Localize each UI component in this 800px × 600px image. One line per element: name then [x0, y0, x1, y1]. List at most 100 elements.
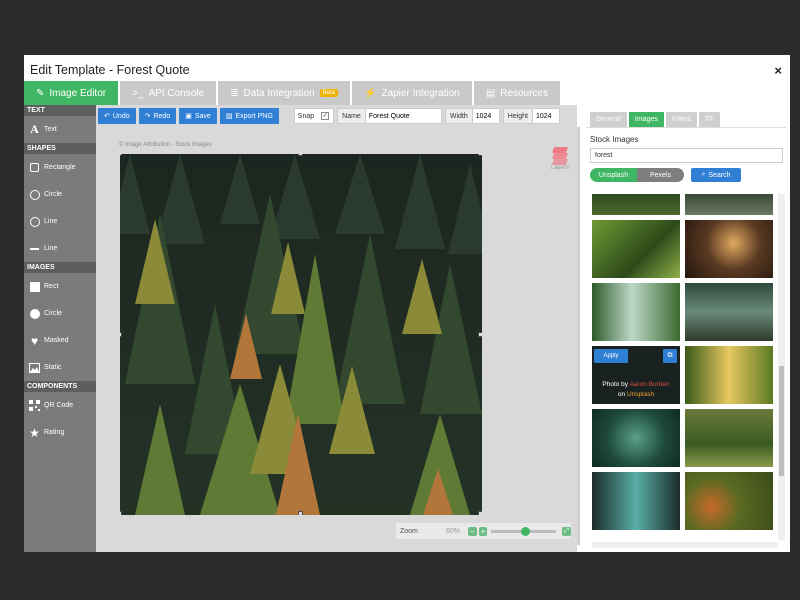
circle-icon	[29, 189, 40, 200]
database-icon: ≣	[230, 87, 239, 99]
layers-button[interactable]: Layers	[551, 145, 569, 171]
tab-zapier-integration[interactable]: ⚡ Zapier Integration	[352, 81, 472, 105]
tab-filters[interactable]: Filters	[665, 112, 697, 127]
stock-image[interactable]	[592, 472, 680, 530]
resize-handle-bottom-right[interactable]	[478, 511, 482, 515]
credit-on: on	[617, 391, 626, 398]
export-png-button[interactable]: ▨ Export PNG	[219, 108, 279, 124]
credit-prefix: Photo by	[602, 381, 629, 388]
image-attribution: © Image Attribution - Stock Images	[119, 142, 212, 148]
name-field-group: Name	[337, 108, 442, 124]
tab-tf[interactable]: TF	[698, 112, 720, 127]
canvas-scrollbar[interactable]	[577, 127, 580, 545]
stock-image[interactable]	[592, 194, 680, 215]
stock-image[interactable]	[685, 283, 773, 341]
tab-resources[interactable]: ▤ Resources	[473, 81, 561, 105]
scrollbar-thumb[interactable]	[779, 366, 784, 476]
image-grid-horizontal-scrollbar[interactable]	[592, 542, 778, 548]
image-grid-scrollbar[interactable]	[778, 194, 785, 540]
width-input[interactable]	[471, 109, 499, 123]
zoom-fit-icon[interactable]: ⤢	[562, 526, 572, 536]
tab-data-integration[interactable]: ≣ Data Integration Beta	[218, 81, 350, 105]
resize-handle-top-right[interactable]	[478, 154, 482, 156]
sidebar-item-label: Line	[44, 245, 58, 252]
snap-toggle[interactable]: Snap ✓	[293, 108, 335, 124]
rectangle-icon	[29, 162, 40, 173]
snap-checkbox[interactable]: ✓	[321, 112, 330, 120]
layers-icon	[551, 145, 569, 165]
beta-badge: Beta	[319, 89, 338, 97]
resize-handle-bottom[interactable]	[298, 511, 303, 515]
square-filled-icon	[29, 281, 40, 292]
properties-panel: General Images Filters TF Stock Images U…	[586, 105, 786, 552]
source-unsplash[interactable]: Unsplash	[590, 168, 637, 182]
resize-handle-top-left[interactable]	[120, 154, 122, 156]
sidebar-item-qr-code[interactable]: QR Code	[24, 392, 96, 419]
search-button[interactable]: ⌕ Search	[691, 168, 741, 182]
sidebar-item-masked[interactable]: ♥ Masked	[24, 327, 96, 354]
height-field-group: Height	[502, 108, 560, 124]
sidebar-item-line[interactable]: Line	[24, 235, 96, 262]
source-pexels[interactable]: Pexels	[637, 168, 684, 182]
tab-images[interactable]: Images	[628, 112, 664, 127]
template-forest-image[interactable]	[120, 154, 482, 515]
sidebar-item-label: QR Code	[44, 402, 74, 409]
search-icon: ⌕	[701, 171, 706, 178]
tab-image-editor[interactable]: ✎ Image Editor	[24, 81, 119, 105]
resize-handle-left[interactable]	[120, 332, 122, 337]
stock-search-input[interactable]	[590, 148, 783, 163]
save-label: Save	[194, 112, 211, 120]
stock-image[interactable]	[592, 220, 680, 278]
zoom-slider-thumb[interactable]	[520, 526, 530, 536]
qr-code-icon	[29, 400, 40, 411]
zoom-slider[interactable]	[491, 526, 557, 536]
sidebar-item-circle[interactable]: Circle	[24, 181, 96, 208]
copy-icon[interactable]: ⧉	[663, 349, 677, 363]
zoom-in-button[interactable]: +	[478, 526, 488, 536]
credit-author-link[interactable]: Aaron Burden	[630, 381, 670, 388]
tab-api-console[interactable]: >_ API Console	[120, 81, 217, 105]
redo-button[interactable]: ↷ Redo	[138, 108, 177, 124]
stock-image-hovered[interactable]: Apply ⧉ Photo by Aaron Burden on Unsplas…	[592, 346, 680, 404]
zoom-control: Zoom 60% − + ⤢	[396, 523, 572, 539]
layers-label: Layers	[550, 165, 569, 171]
sidebar-item-line-circle[interactable]: Line	[24, 208, 96, 235]
close-icon[interactable]: ×	[774, 63, 782, 78]
stock-image[interactable]	[592, 283, 680, 341]
sidebar-item-text[interactable]: A Text	[24, 116, 96, 143]
canvas-area: ↶ Undo ↷ Redo ▣ Save ▨ Export PNG Snap ✓…	[96, 105, 577, 552]
stock-image[interactable]	[685, 220, 773, 278]
floppy-icon: ▣	[185, 113, 192, 120]
name-input[interactable]	[364, 109, 441, 123]
editor-tabs: ✎ Image Editor >_ API Console ≣ Data Int…	[24, 81, 562, 105]
credit-site-link[interactable]: Unsplash	[627, 391, 654, 398]
panel-divider	[586, 127, 786, 128]
circle-filled-icon	[29, 308, 40, 319]
stock-image[interactable]	[685, 194, 773, 215]
sidebar-item-rating[interactable]: ★ Rating	[24, 419, 96, 446]
stock-image[interactable]	[685, 409, 773, 467]
sidebar-item-circle-image[interactable]: Circle	[24, 300, 96, 327]
star-icon: ★	[29, 425, 40, 440]
search-label: Search	[708, 171, 731, 179]
stock-image[interactable]	[685, 472, 773, 530]
zoom-out-button[interactable]: −	[468, 526, 477, 536]
save-button[interactable]: ▣ Save	[179, 108, 217, 124]
sidebar-item-rectangle[interactable]: Rectangle	[24, 154, 96, 181]
sidebar-item-static[interactable]: Static	[24, 354, 96, 381]
sidebar-item-label: Rectangle	[44, 164, 76, 171]
stock-image[interactable]	[685, 346, 773, 404]
resize-handle-bottom-left[interactable]	[120, 511, 122, 515]
height-input[interactable]	[531, 109, 559, 123]
sidebar-item-rect-image[interactable]: Rect	[24, 273, 96, 300]
section-components: COMPONENTS	[24, 381, 96, 392]
tab-general[interactable]: General	[590, 112, 627, 127]
resize-handle-top[interactable]	[298, 154, 303, 156]
redo-icon: ↷	[144, 113, 151, 120]
apply-button[interactable]: Apply	[594, 349, 628, 363]
resize-handle-right[interactable]	[478, 332, 482, 337]
tab-label: Zapier Integration	[381, 87, 460, 99]
undo-button[interactable]: ↶ Undo	[98, 108, 136, 124]
sidebar-item-label: Rect	[44, 283, 59, 290]
stock-image[interactable]	[592, 409, 680, 467]
